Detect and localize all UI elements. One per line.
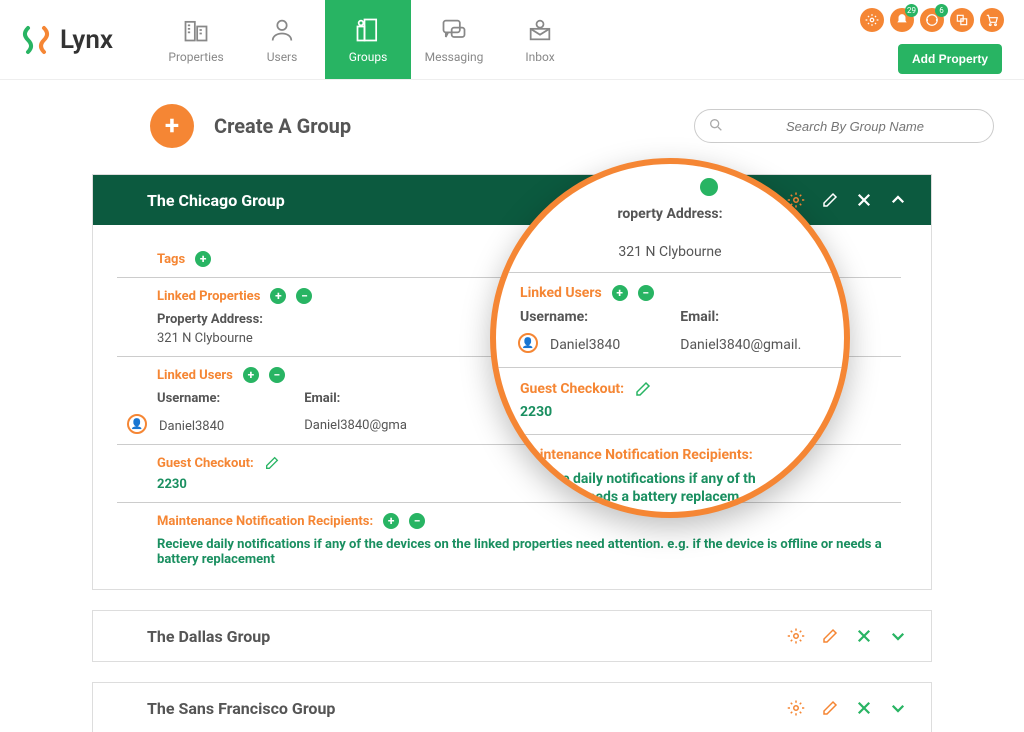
close-icon[interactable] xyxy=(855,699,873,717)
add-user-chip[interactable]: + xyxy=(612,285,628,301)
zoom-prop-addr-label: roperty Address: xyxy=(617,206,722,222)
zoom-maintenance-title: Maintenance Notification Recipients: xyxy=(520,447,820,463)
close-icon[interactable] xyxy=(855,191,873,209)
edit-checkout-icon[interactable] xyxy=(264,455,280,471)
group-card-header[interactable]: The Dallas Group xyxy=(93,611,931,661)
copy-icon[interactable] xyxy=(950,8,974,32)
user-icon xyxy=(268,16,296,44)
gear-icon[interactable] xyxy=(787,627,805,645)
group-card-dallas: The Dallas Group xyxy=(92,610,932,662)
add-property-chip[interactable]: + xyxy=(270,288,286,304)
logo-icon xyxy=(20,24,52,56)
zoom-guest-checkout-title: Guest Checkout: xyxy=(520,380,820,398)
remove-recipient-chip[interactable]: − xyxy=(409,513,425,529)
main-nav: Properties Users Groups Messaging Inbox xyxy=(153,0,583,79)
chip-icon xyxy=(700,178,718,196)
group-card-header[interactable]: The Sans Francisco Group xyxy=(93,683,931,732)
zoom-username-value: Daniel3840 xyxy=(550,337,620,353)
nav-inbox[interactable]: Inbox xyxy=(497,0,583,79)
remove-user-chip[interactable]: − xyxy=(638,285,654,301)
add-user-chip[interactable]: + xyxy=(243,367,259,383)
brand-logo[interactable]: Lynx xyxy=(20,24,113,56)
search-icon xyxy=(708,117,724,133)
chat-icon xyxy=(440,16,468,44)
edit-icon[interactable] xyxy=(821,627,839,645)
maintenance-title: Maintenance Notification Recipients: + − xyxy=(157,513,901,529)
email-value: Daniel3840@gma xyxy=(304,418,407,433)
support-icon[interactable]: 6 xyxy=(920,8,944,32)
group-title: The Sans Francisco Group xyxy=(147,699,335,718)
group-card-sanfrancisco: The Sans Francisco Group xyxy=(92,682,932,732)
zoom-username-label: Username: xyxy=(520,309,620,325)
cart-icon[interactable] xyxy=(980,8,1004,32)
edit-icon[interactable] xyxy=(821,699,839,717)
username-value: Daniel3840 xyxy=(159,419,224,434)
remove-property-chip[interactable]: − xyxy=(296,288,312,304)
chevron-up-icon[interactable] xyxy=(889,191,907,209)
remove-user-chip[interactable]: − xyxy=(269,367,285,383)
gear-icon[interactable] xyxy=(787,699,805,717)
page-header: + Create A Group xyxy=(150,104,994,148)
zoom-guest-checkout-value: 2230 xyxy=(520,404,820,420)
user-avatar-icon: 👤 xyxy=(127,414,147,434)
guest-checkout-value: 2230 xyxy=(157,477,901,492)
edit-icon[interactable] xyxy=(821,191,839,209)
add-property-button[interactable]: Add Property xyxy=(898,44,1002,74)
buildings-icon xyxy=(182,16,210,44)
zoom-lens: roperty Address: 321 N Clybourne Linked … xyxy=(490,158,850,518)
inbox-icon xyxy=(526,16,554,44)
search-input[interactable] xyxy=(694,109,994,143)
add-tag-button[interactable]: + xyxy=(195,251,211,267)
nav-messaging[interactable]: Messaging xyxy=(411,0,497,79)
zoom-prop-addr-value: 321 N Clybourne xyxy=(520,244,820,260)
chevron-down-icon[interactable] xyxy=(889,627,907,645)
zoom-email-value: Daniel3840@gmail. xyxy=(680,337,801,353)
username-label: Username: xyxy=(157,391,224,406)
brand-name: Lynx xyxy=(60,25,113,55)
bell-icon[interactable]: 29 xyxy=(890,8,914,32)
group-title: The Dallas Group xyxy=(147,627,270,646)
top-bar: Lynx Properties Users Groups Messaging I… xyxy=(0,0,1024,80)
nav-properties[interactable]: Properties xyxy=(153,0,239,79)
create-group-button[interactable]: + xyxy=(150,104,194,148)
group-card-header[interactable]: The Chicago Group xyxy=(93,175,931,225)
group-title: The Chicago Group xyxy=(147,191,285,210)
add-recipient-chip[interactable]: + xyxy=(383,513,399,529)
maintenance-description: Recieve daily notifications if any of th… xyxy=(157,537,901,567)
nav-users[interactable]: Users xyxy=(239,0,325,79)
zoom-email-label: Email: xyxy=(680,309,801,325)
nav-groups[interactable]: Groups xyxy=(325,0,411,79)
page-title: Create A Group xyxy=(214,114,351,138)
close-icon[interactable] xyxy=(855,627,873,645)
edit-checkout-icon[interactable] xyxy=(634,380,652,398)
zoom-linked-users-title: Linked Users + − xyxy=(520,285,820,301)
email-label: Email: xyxy=(304,391,407,406)
chevron-down-icon[interactable] xyxy=(889,699,907,717)
user-avatar-icon: 👤 xyxy=(518,333,538,353)
groups-icon xyxy=(354,16,382,44)
top-right-icons: 29 6 xyxy=(860,8,1004,32)
settings-icon[interactable] xyxy=(860,8,884,32)
